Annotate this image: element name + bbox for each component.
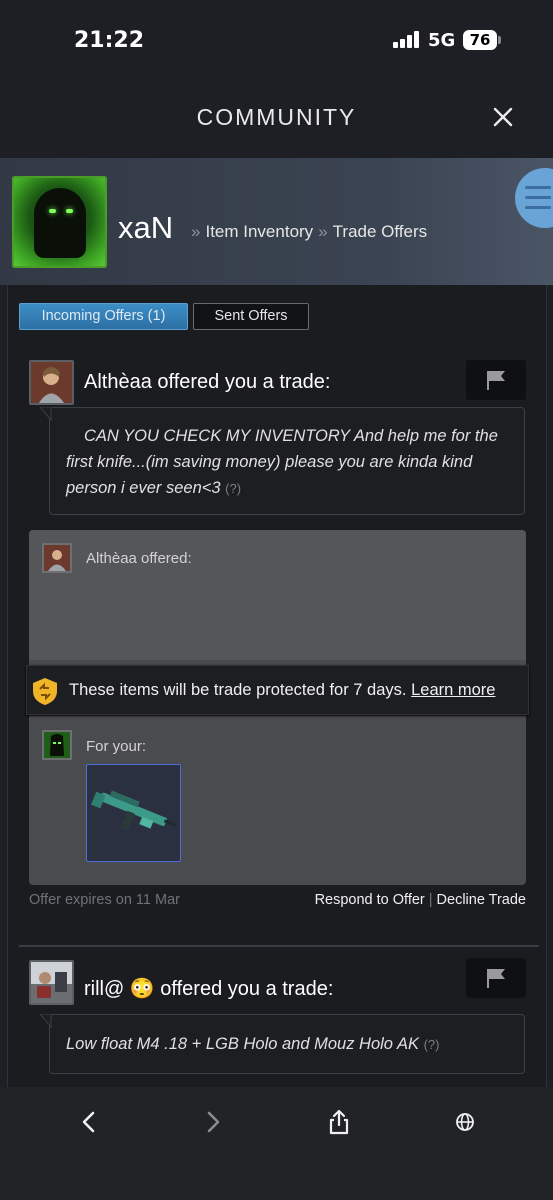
browser-toolbar bbox=[0, 1087, 553, 1200]
avatar[interactable] bbox=[12, 176, 107, 268]
battery-tip bbox=[498, 36, 501, 44]
breadcrumb-separator: » bbox=[318, 222, 328, 241]
close-icon[interactable] bbox=[488, 102, 518, 132]
their-items-section: Althèaa offered: bbox=[29, 530, 526, 660]
speech-tail bbox=[40, 1014, 52, 1028]
offer-expiry: Offer expires on 11 Mar bbox=[29, 892, 180, 908]
signal-icon bbox=[393, 31, 421, 48]
shield-icon bbox=[33, 678, 57, 705]
offer-title: rill@ 😳 offered you a trade: bbox=[84, 978, 334, 1000]
help-link[interactable]: (?) bbox=[424, 1037, 440, 1052]
breadcrumb-item-inventory[interactable]: Item Inventory bbox=[205, 222, 313, 241]
for-your-label: For your: bbox=[86, 738, 147, 755]
breadcrumb-trade-offers[interactable]: Trade Offers bbox=[333, 222, 427, 241]
trade-items-panel: Althèaa offered: These items will be tra… bbox=[26, 530, 529, 885]
breadcrumb: » Item Inventory» Trade Offers bbox=[186, 222, 427, 242]
respond-to-offer-link[interactable]: Respond to Offer bbox=[315, 892, 425, 908]
battery-icon: 76 bbox=[463, 30, 497, 50]
flag-icon bbox=[487, 969, 505, 988]
offer-title: Althèaa offered you a trade: bbox=[84, 371, 331, 393]
inventory-item[interactable] bbox=[86, 764, 181, 862]
learn-more-link[interactable]: Learn more bbox=[411, 681, 495, 699]
offer-avatar-small bbox=[42, 543, 72, 573]
offer-actions: Respond to Offer | Decline Trade bbox=[315, 892, 526, 908]
offer-avatar[interactable] bbox=[29, 360, 74, 405]
help-link[interactable]: (?) bbox=[225, 481, 241, 496]
speech-tail bbox=[40, 407, 52, 421]
protection-text: These items will be trade protected for … bbox=[69, 681, 495, 700]
report-flag-button[interactable] bbox=[466, 958, 526, 998]
divider bbox=[19, 945, 539, 947]
profile-bar: xaN » Item Inventory» Trade Offers bbox=[0, 158, 553, 285]
page-title: COMMUNITY bbox=[196, 104, 357, 130]
offer-message-text: Low float M4 .18 + LGB Holo and Mouz Hol… bbox=[66, 1035, 419, 1053]
offered-label: Althèaa offered: bbox=[86, 550, 192, 567]
nav-header: COMMUNITY bbox=[0, 80, 553, 158]
status-time: 21:22 bbox=[74, 28, 145, 53]
share-icon[interactable] bbox=[324, 1107, 354, 1137]
tab-sent-offers[interactable]: Sent Offers bbox=[193, 303, 309, 330]
status-bar: 21:22 5G 76 bbox=[0, 0, 553, 80]
network-type: 5G bbox=[428, 30, 456, 51]
decline-trade-link[interactable]: Decline Trade bbox=[437, 892, 526, 908]
offer-message: CAN YOU CHECK MY INVENTORY And help me f… bbox=[40, 407, 525, 515]
forward-icon[interactable] bbox=[198, 1107, 228, 1137]
offer-avatar[interactable] bbox=[29, 960, 74, 1005]
offer-message-text: CAN YOU CHECK MY INVENTORY And help me f… bbox=[66, 427, 498, 497]
profile-name[interactable]: xaN bbox=[118, 210, 173, 246]
menu-icon[interactable] bbox=[515, 168, 553, 228]
action-separator: | bbox=[428, 892, 433, 908]
flag-icon bbox=[487, 371, 505, 390]
my-avatar-small bbox=[42, 730, 72, 760]
protection-message: These items will be trade protected for … bbox=[69, 681, 407, 699]
tab-incoming-offers[interactable]: Incoming Offers (1) bbox=[19, 303, 188, 330]
back-icon[interactable] bbox=[74, 1107, 104, 1137]
offer-message: Low float M4 .18 + LGB Holo and Mouz Hol… bbox=[40, 1014, 525, 1074]
globe-icon[interactable] bbox=[450, 1107, 480, 1137]
rifle-icon bbox=[91, 790, 177, 831]
trade-offers-content: Incoming Offers (1) Sent Offers Althèaa … bbox=[7, 285, 547, 1087]
offer-footer: Offer expires on 11 Mar Respond to Offer… bbox=[29, 892, 526, 912]
breadcrumb-separator: » bbox=[191, 222, 201, 241]
report-flag-button[interactable] bbox=[466, 360, 526, 400]
trade-protection-notice: These items will be trade protected for … bbox=[26, 665, 529, 715]
